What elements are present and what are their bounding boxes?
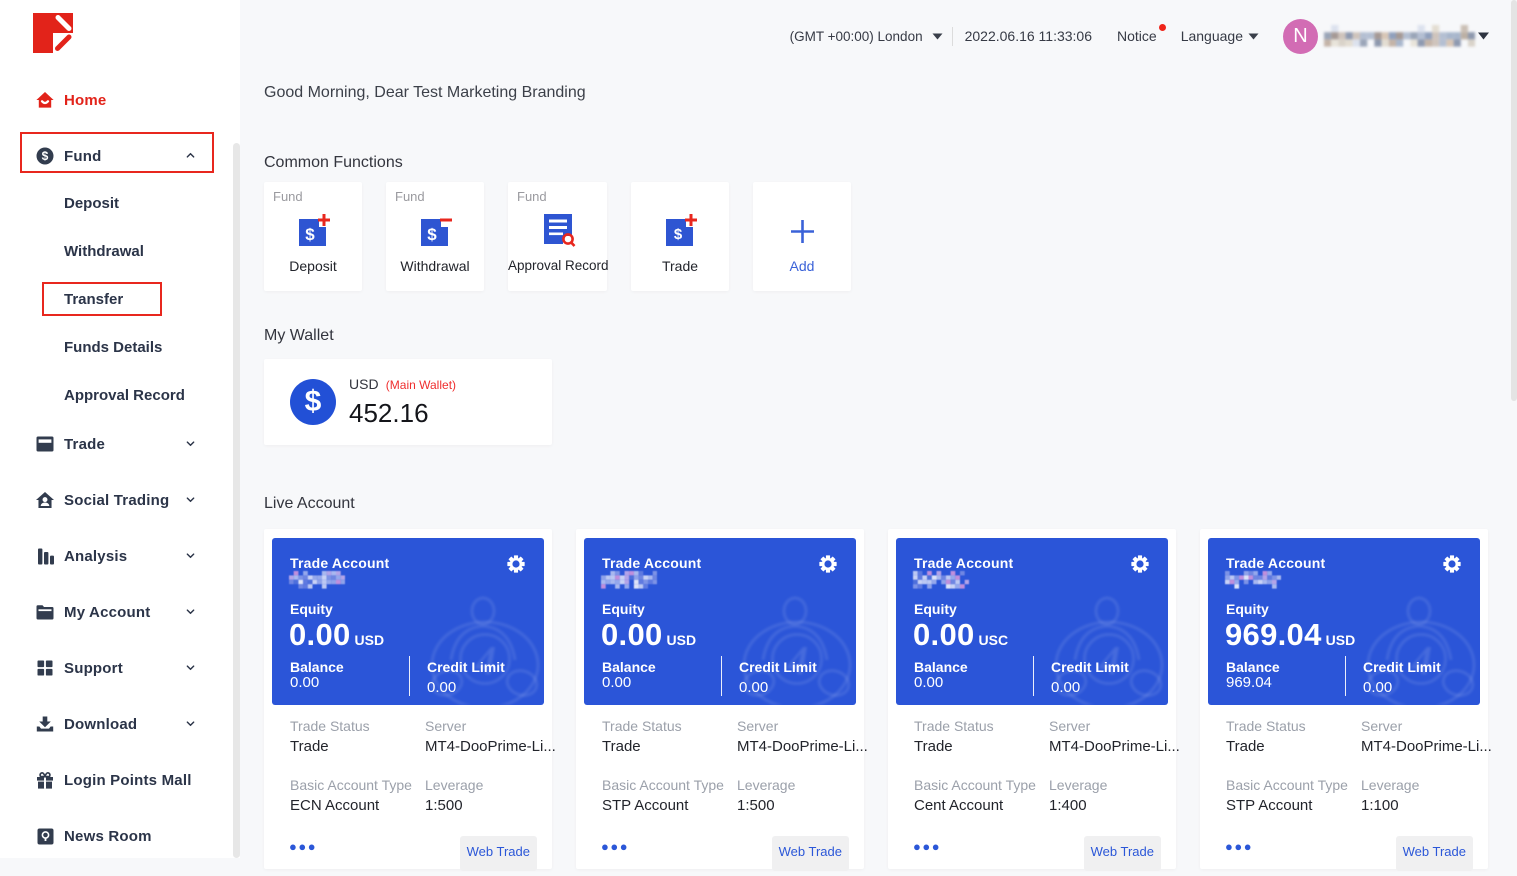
svg-text:$: $ bbox=[427, 225, 437, 244]
svg-text:$: $ bbox=[305, 225, 315, 244]
svg-text:$: $ bbox=[674, 226, 683, 243]
